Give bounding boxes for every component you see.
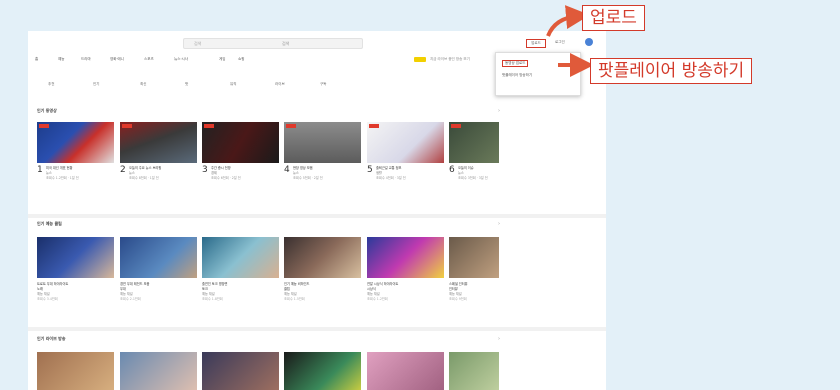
avatar[interactable]	[585, 38, 593, 46]
video-thumbnail[interactable]	[37, 237, 114, 278]
rank-number: 5	[367, 165, 373, 175]
section-divider	[28, 327, 606, 331]
search-placeholder: 검색	[194, 41, 202, 46]
live-label	[286, 124, 296, 128]
video-thumbnail[interactable]	[202, 237, 279, 278]
subnav-tab[interactable]: 팟	[185, 82, 188, 87]
app-page: 검색 검색 업로드 로그인 홈 예능 드라마 영화·애니 스포츠 뉴스·시사 게…	[28, 31, 606, 390]
section-title: 인기 라이브 방송	[37, 336, 66, 341]
video-thumbnail[interactable]	[120, 237, 197, 278]
subnav-tab[interactable]: 구독	[320, 82, 326, 87]
rank-number: 1	[37, 165, 43, 175]
video-stats: 조회수 1.2만회	[367, 297, 388, 301]
section-divider	[28, 214, 606, 218]
video-thumbnail[interactable]	[449, 352, 499, 390]
live-label	[369, 124, 379, 128]
rank-number: 3	[202, 165, 208, 175]
video-stats: 조회수 9천회	[449, 297, 467, 301]
video-thumbnail[interactable]	[449, 237, 499, 278]
chevron-right-icon[interactable]: ›	[498, 336, 500, 342]
video-thumbnail[interactable]	[284, 122, 361, 163]
top-bar: 검색 검색 업로드 로그인	[28, 31, 606, 53]
upload-button[interactable]: 업로드	[526, 39, 546, 48]
section-title: 인기 동영상	[37, 108, 57, 113]
subnav-tab[interactable]: 인기	[93, 82, 99, 87]
popular-section: 인기 동영상 › 1 미국 대선 개표 현황 뉴스 조회수 1.2만회 · 1일…	[28, 108, 606, 218]
video-thumbnail[interactable]	[449, 122, 499, 163]
category-tab[interactable]: 영화·애니	[110, 57, 124, 62]
chevron-right-icon[interactable]: ›	[498, 108, 500, 114]
video-stats: 조회수 1.5만회	[284, 297, 305, 301]
video-thumbnail[interactable]	[120, 352, 197, 390]
video-thumbnail[interactable]	[367, 352, 444, 390]
live-section: 인기 라이브 방송 ›	[28, 336, 606, 390]
rank-number: 4	[284, 165, 290, 175]
section-title: 인기 예능 클립	[37, 221, 62, 226]
video-thumbnail[interactable]	[284, 237, 361, 278]
subnav-tab[interactable]: 뮤직	[230, 82, 236, 87]
subnav-tab[interactable]: 최신	[140, 82, 146, 87]
variety-section: 인기 예능 클립 › 트로트 무대 하이라이트 노래 예능 채널 조회수 3.4…	[28, 221, 606, 326]
video-thumbnail[interactable]	[367, 122, 444, 163]
category-tab[interactable]: 예능	[58, 57, 64, 62]
video-stats: 조회수 1.8만회	[202, 297, 223, 301]
video-thumbnail[interactable]	[120, 122, 197, 163]
login-button[interactable]: 로그인	[555, 39, 565, 46]
live-label	[204, 124, 214, 128]
subnav-tab[interactable]: 추천	[48, 82, 54, 87]
dropdown-item-broadcast[interactable]: 팟플레이어 방송하기	[502, 73, 532, 78]
upload-dropdown: 동영상 업로드 팟플레이어 방송하기	[495, 52, 581, 96]
live-badge[interactable]	[414, 57, 426, 62]
live-label	[451, 124, 461, 128]
category-tab[interactable]: 홈	[35, 57, 38, 62]
video-thumbnail[interactable]	[37, 122, 114, 163]
video-stats: 조회수 3.4만회	[37, 297, 58, 301]
broadcast-callout: 팟플레이어 방송하기	[590, 58, 753, 84]
video-stats: 조회수 3천회 · 3일 전	[458, 176, 488, 180]
search-icon[interactable]: 검색	[282, 39, 289, 48]
video-thumbnail[interactable]	[284, 352, 361, 390]
rank-number: 2	[120, 165, 126, 175]
category-tab[interactable]: 쇼핑	[238, 57, 244, 62]
video-stats: 조회수 2.1만회	[120, 297, 141, 301]
live-label	[39, 124, 49, 128]
category-tab[interactable]: 뉴스·시사	[174, 57, 188, 62]
video-thumbnail[interactable]	[37, 352, 114, 390]
video-stats: 조회수 4천회 · 3일 전	[376, 176, 406, 180]
live-text[interactable]: 지금 라이브 중인 방송 보기	[430, 57, 470, 62]
rank-number: 6	[449, 165, 455, 175]
category-tab[interactable]: 게임	[219, 57, 225, 62]
video-thumbnail[interactable]	[202, 352, 279, 390]
video-thumbnail[interactable]	[202, 122, 279, 163]
live-label	[122, 124, 132, 128]
video-stats: 조회수 5천회 · 2일 전	[293, 176, 323, 180]
category-tab[interactable]: 드라마	[81, 57, 91, 62]
category-tab[interactable]: 스포츠	[144, 57, 154, 62]
subnav-tab[interactable]: 라이브	[275, 82, 285, 87]
dropdown-item-upload[interactable]: 동영상 업로드	[502, 60, 529, 67]
video-thumbnail[interactable]	[367, 237, 444, 278]
video-stats: 조회수 8천회 · 1일 전	[129, 176, 159, 180]
chevron-right-icon[interactable]: ›	[498, 221, 500, 227]
upload-callout: 업로드	[582, 5, 645, 31]
video-stats: 조회수 6천회 · 2일 전	[211, 176, 241, 180]
search-input[interactable]: 검색 검색	[183, 38, 363, 49]
video-stats: 조회수 1.2만회 · 1일 전	[46, 176, 79, 180]
